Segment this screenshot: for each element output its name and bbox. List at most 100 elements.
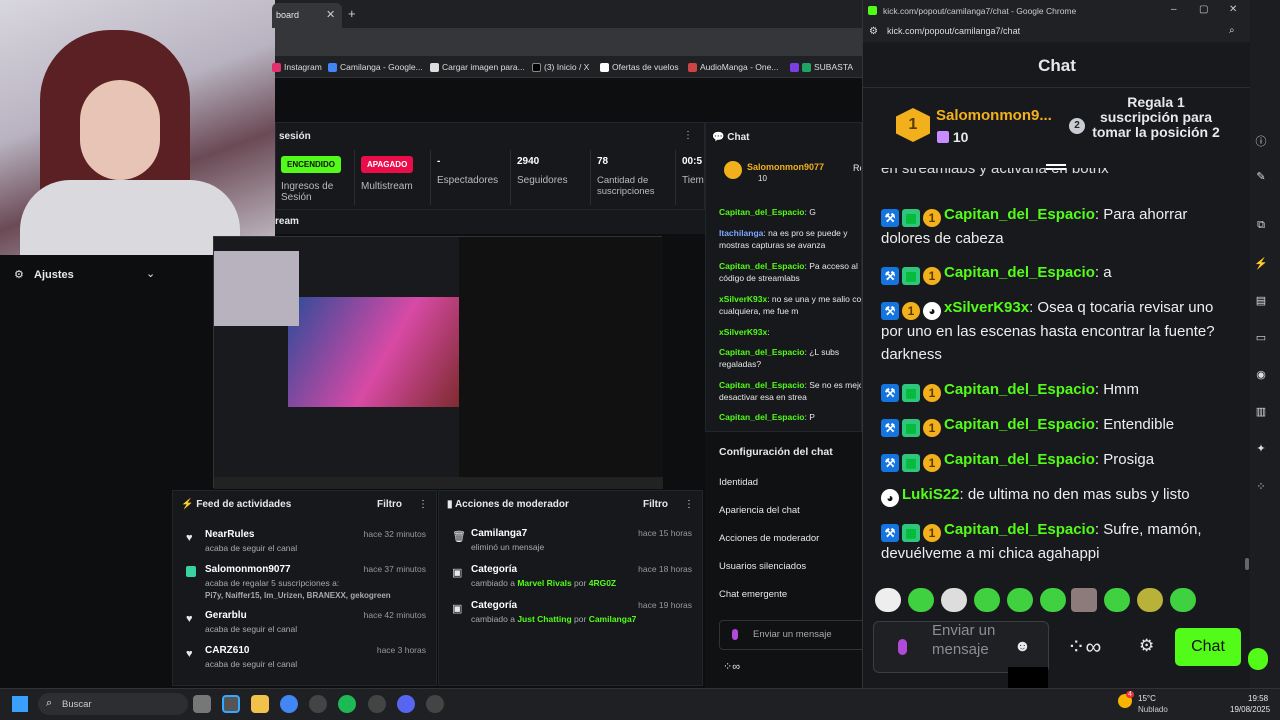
mod-filter-button[interactable]: Filtro: [643, 499, 668, 510]
trash-icon: 🗑: [452, 531, 466, 543]
send-chat-button[interactable]: Chat: [1175, 628, 1241, 666]
chrome-icon[interactable]: [280, 695, 298, 713]
chat-username[interactable]: Capitan_del_Espacio: [944, 416, 1095, 433]
bookmark-2[interactable]: Cargar imagen para...: [430, 62, 525, 72]
mic-icon[interactable]: [898, 639, 907, 655]
emoji-icon[interactable]: ☻: [1014, 638, 1031, 656]
chat-message-input[interactable]: Enviar un mensaje ☻: [873, 621, 1049, 673]
config-acciones[interactable]: Acciones de moderador: [719, 533, 819, 544]
chat-user[interactable]: Capitan_del_Espacio: [719, 207, 805, 217]
chat-user[interactable]: Itachilanga: [719, 228, 763, 238]
emote-1-icon[interactable]: [875, 588, 901, 612]
chat-user[interactable]: Capitan_del_Espacio: [719, 347, 805, 357]
status-badge[interactable]: ENCENDIDO: [281, 156, 342, 173]
app2-icon[interactable]: [368, 695, 386, 713]
chat-commands-button[interactable]: ⁘∞: [1067, 634, 1101, 660]
emote-9-icon[interactable]: [1137, 588, 1163, 612]
wrench-icon[interactable]: ✦: [1254, 442, 1268, 456]
obs-icon[interactable]: [222, 695, 240, 713]
close-icon[interactable]: ✕: [1229, 4, 1237, 15]
emote-4-icon[interactable]: [974, 588, 1000, 612]
popup-url-bar[interactable]: ⚙ kick.com/popout/camilanga7/chat ⌕: [863, 22, 1251, 42]
minimize-icon[interactable]: –: [1171, 4, 1177, 15]
mod-menu-icon[interactable]: ⋮: [684, 499, 694, 510]
folder-icon[interactable]: [251, 695, 269, 713]
popup-titlebar: kick.com/popout/camilanga7/chat - Google…: [863, 0, 1251, 22]
chat-user[interactable]: Capitan_del_Espacio: [719, 412, 805, 422]
mod-user[interactable]: 4RG0Z: [589, 578, 616, 588]
stat-label: Ingresos de Sesión: [281, 181, 334, 203]
mod-category[interactable]: Just Chatting: [517, 614, 571, 624]
broadcast-icon[interactable]: ◉: [1254, 368, 1268, 382]
bookmark-label: SUBASTA: [814, 62, 854, 72]
emote-7-icon[interactable]: [1071, 588, 1097, 612]
tab-close-icon[interactable]: ✕: [326, 8, 335, 21]
scrollbar-thumb[interactable]: [1245, 558, 1249, 570]
leader-name[interactable]: Salomonmon9...: [936, 107, 1052, 124]
chat-user[interactable]: Capitan_del_Espacio: [719, 380, 805, 390]
feed-menu-icon[interactable]: ⋮: [418, 499, 428, 510]
config-emergente[interactable]: Chat emergente: [719, 589, 787, 600]
chat-username[interactable]: xSilverK93x: [944, 299, 1029, 316]
app3-icon[interactable]: [426, 695, 444, 713]
emote-5-icon[interactable]: [1007, 588, 1033, 612]
lightning-icon[interactable]: ⚡: [1254, 257, 1268, 271]
zoom-icon[interactable]: ⌕: [1229, 25, 1235, 36]
spotify-icon[interactable]: [338, 695, 356, 713]
chat-settings-gear-icon[interactable]: ⚙: [1139, 636, 1154, 656]
stream-preview[interactable]: [213, 236, 663, 489]
message-icon[interactable]: ▭: [1254, 331, 1268, 345]
chat-username[interactable]: Capitan_del_Espacio: [944, 206, 1095, 223]
crop-icon[interactable]: ⧉: [1254, 219, 1268, 233]
chat-username[interactable]: Capitan_del_Espacio: [944, 451, 1095, 468]
taskbar-search[interactable]: ⌕ Buscar: [38, 693, 188, 715]
config-apariencia[interactable]: Apariencia del chat: [719, 505, 800, 516]
twitch-icon: [790, 62, 799, 72]
chat-config-title: Configuración del chat: [719, 446, 833, 458]
stat-label: Tiem en vi: [682, 175, 704, 186]
new-tab-icon[interactable]: +: [348, 6, 356, 21]
mod-category[interactable]: Marvel Rivals: [517, 578, 571, 588]
emote-6-icon[interactable]: [1040, 588, 1066, 612]
chat-user[interactable]: Capitan_del_Espacio: [719, 261, 805, 271]
emote-2-icon[interactable]: [908, 588, 934, 612]
clock-date[interactable]: 19/08/2025: [1230, 705, 1270, 714]
config-silenciados[interactable]: Usuarios silenciados: [719, 561, 806, 572]
status-badge[interactable]: APAGADO: [361, 156, 414, 173]
bookmark-6[interactable]: SUBASTA: [790, 62, 853, 72]
emote-8-icon[interactable]: [1104, 588, 1130, 612]
document-icon[interactable]: ▤: [1254, 294, 1268, 308]
bookmark-3[interactable]: (3) Inicio / X: [532, 62, 589, 72]
bookmark-4[interactable]: Ofertas de vuelos: [600, 62, 679, 72]
clock-time[interactable]: 19:58: [1248, 694, 1268, 703]
emote-10-icon[interactable]: [1170, 588, 1196, 612]
emote-3-icon[interactable]: [941, 588, 967, 612]
dashboard-chat-input[interactable]: Enviar un mensaje: [719, 620, 869, 650]
infinity-icon[interactable]: ⁘∞: [723, 660, 740, 673]
config-identidad[interactable]: Identidad: [719, 477, 758, 488]
chat-user[interactable]: xSilverK93x: [719, 294, 767, 304]
bookmark-5[interactable]: AudioManga - One...: [688, 62, 778, 72]
chat-user[interactable]: xSilverK93x: [719, 327, 767, 337]
app-icon[interactable]: [309, 695, 327, 713]
feed-filter-button[interactable]: Filtro: [377, 499, 402, 510]
chat-username[interactable]: Capitan_del_Espacio: [944, 521, 1095, 538]
chat-username[interactable]: LukiS22: [902, 486, 960, 503]
maximize-icon[interactable]: ▢: [1199, 4, 1208, 15]
mod-title-text: Acciones de moderador: [454, 499, 569, 510]
chat-username[interactable]: Capitan_del_Espacio: [944, 264, 1095, 281]
info-icon[interactable]: ⓘ: [1254, 133, 1268, 148]
session-menu-icon[interactable]: ⋮: [683, 130, 693, 141]
bookmark-0[interactable]: Instagram: [272, 62, 322, 72]
settings-row[interactable]: ⚙ Ajustes ⌄: [0, 262, 172, 288]
edit-icon[interactable]: ✎: [1254, 170, 1268, 184]
dots-icon[interactable]: ⁘: [1254, 480, 1268, 494]
bookmark-1[interactable]: Camilanga - Google...: [328, 62, 423, 72]
chat-username[interactable]: Capitan_del_Espacio: [944, 381, 1095, 398]
task-view-icon[interactable]: [193, 695, 211, 713]
screen-icon[interactable]: ▥: [1254, 405, 1268, 419]
kick-floating-icon[interactable]: [1248, 648, 1268, 670]
mod-user[interactable]: Camilanga7: [589, 614, 637, 624]
windows-start-icon[interactable]: [12, 696, 28, 712]
discord-icon[interactable]: [397, 695, 415, 713]
